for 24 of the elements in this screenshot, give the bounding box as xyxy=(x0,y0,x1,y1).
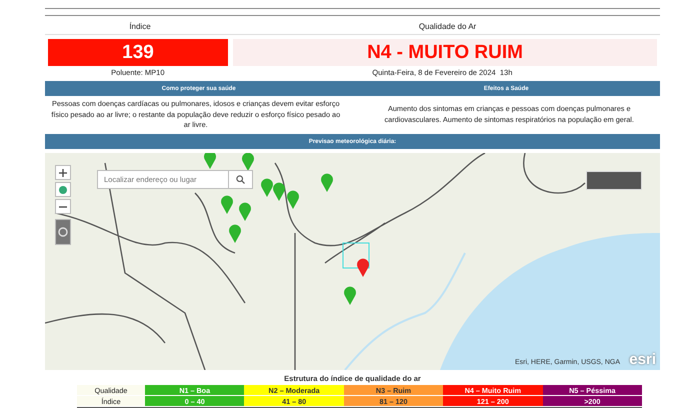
map-marker[interactable] xyxy=(344,286,356,305)
map-marker[interactable] xyxy=(221,196,233,214)
map-marker[interactable] xyxy=(287,190,299,209)
column-header: Índice xyxy=(129,22,151,32)
map-marker[interactable] xyxy=(229,224,241,243)
map-marker[interactable] xyxy=(261,178,273,197)
map-marker[interactable] xyxy=(242,153,254,171)
map-logo: esri xyxy=(629,351,656,368)
map-marker[interactable] xyxy=(204,153,216,169)
plus-icon xyxy=(59,168,67,176)
zoom-out-button[interactable] xyxy=(55,199,71,214)
search-button[interactable] xyxy=(228,170,253,189)
locate-button[interactable] xyxy=(55,219,71,245)
map-marker[interactable] xyxy=(357,258,369,277)
quality-level: N4 - MUITO RUIM xyxy=(233,39,657,66)
target-icon xyxy=(58,227,68,237)
map-marker[interactable] xyxy=(239,202,251,221)
map-marker[interactable] xyxy=(273,182,285,201)
index-value: 139 xyxy=(48,39,228,66)
map-marker[interactable] xyxy=(321,174,333,192)
column-header: Qualidade do Ar xyxy=(418,22,476,32)
zoom-in-button[interactable] xyxy=(55,165,71,180)
search-icon xyxy=(236,175,245,184)
basemap-thumbnail[interactable] xyxy=(586,171,642,190)
